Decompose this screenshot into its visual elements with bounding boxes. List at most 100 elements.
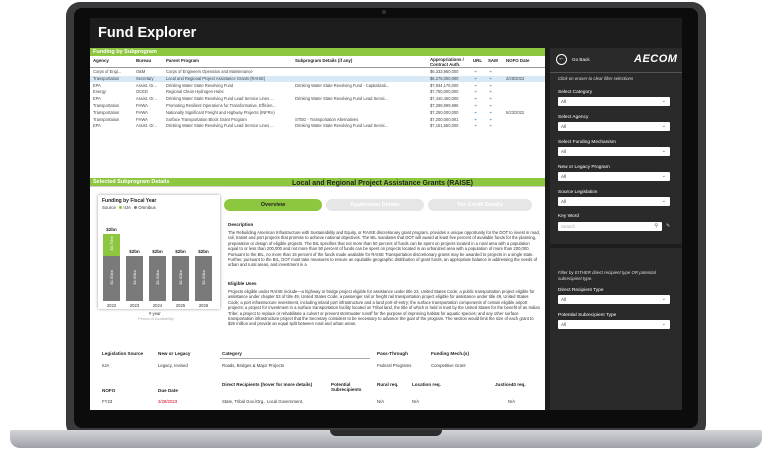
table-row[interactable]: Corps of Engi... O&M Corps of Engineers Op… — [90, 69, 545, 76]
direct-recipients-label: Direct Recipients (hover for more detail… — [222, 382, 313, 387]
sam-link-icon[interactable]: ⚭ — [489, 123, 492, 128]
filter-label: Select Funding Mechanism — [558, 140, 616, 145]
sam-link-icon[interactable]: ⚭ — [489, 69, 492, 74]
keyword-search-input[interactable]: Search ⚲ — [558, 222, 662, 231]
url-link-icon[interactable]: ⚭ — [474, 89, 477, 94]
eraser-icon[interactable]: ✎ — [666, 223, 670, 229]
description-text: The Rebuilding American Infrastructure w… — [228, 230, 540, 268]
table-cell: Transportation — [93, 116, 120, 122]
table-cell: Energy — [93, 89, 106, 95]
chart-title: Funding by Fiscal Year — [102, 198, 157, 204]
chart-bar[interactable]: $0.75bn — [103, 233, 120, 256]
url-link-icon[interactable]: ⚭ — [474, 103, 477, 108]
chart-bar[interactable]: $1.50bn — [103, 256, 120, 301]
col-nofo-date[interactable]: NOFO Date — [506, 58, 529, 63]
col-agency[interactable]: Agency — [93, 58, 109, 63]
eligible-uses-label: Eligible Uses — [228, 281, 257, 286]
filter-dropdown[interactable]: All ⌄ — [558, 122, 670, 131]
go-back-button[interactable]: Go Back — [572, 57, 590, 62]
sam-link-icon[interactable]: ⚭ — [489, 117, 492, 122]
table-row[interactable]: Transportation Secretary Local and Regiona… — [90, 75, 545, 83]
url-link-icon[interactable]: ⚭ — [474, 123, 477, 128]
filter-value: All — [561, 124, 566, 129]
url-link-icon[interactable]: ⚭ — [474, 69, 477, 74]
bar-data-label: $1.50bn — [178, 269, 183, 284]
table-cell: Regional Clean Hydrogen Hubs — [166, 89, 224, 95]
recipient-filter-panel: Filter by EITHER direct recipient type O… — [550, 248, 682, 410]
chart-bar[interactable]: $1.50bn — [172, 256, 189, 301]
header-divider — [90, 67, 545, 68]
url-link-icon[interactable]: ⚭ — [474, 110, 477, 115]
filter-dropdown[interactable]: All ⌄ — [558, 197, 670, 206]
table-cell: Transportation — [93, 75, 120, 81]
url-link-icon[interactable]: ⚭ — [474, 96, 477, 101]
new-or-legacy-label: New or Legacy — [158, 351, 191, 356]
table-cell: FHWA — [136, 109, 148, 115]
table-cell: Assist. Gr... — [136, 123, 157, 129]
chart-bar[interactable]: $1.50bn — [149, 256, 166, 301]
bar-data-label: $1.50bn — [201, 269, 206, 284]
table-cell: $7,934,175,000 — [430, 82, 459, 88]
sam-link-icon[interactable]: ⚭ — [489, 110, 492, 115]
tab-application-details[interactable]: Application Details — [326, 199, 424, 211]
legend-dot-omnibus-icon — [133, 206, 137, 209]
sam-link-icon[interactable]: ⚭ — [489, 76, 492, 81]
col-appropriations[interactable]: Appropriations / Contract Auth. — [430, 57, 470, 67]
table-cell: EPA — [93, 96, 101, 102]
sam-link-icon[interactable]: ⚭ — [489, 89, 492, 94]
location-req-label: Location req. — [412, 382, 441, 387]
col-sam[interactable]: SAM — [488, 58, 498, 63]
back-arrow-icon[interactable]: ← — [556, 54, 567, 65]
direct-recipients-value[interactable]: State, Tribal Gov./Org., Local Governmen… — [222, 399, 303, 404]
description-label: Description — [228, 222, 254, 227]
col-url[interactable]: URL — [473, 58, 482, 63]
pass-through-label: Pass-Through — [377, 351, 408, 356]
tab-tax-credit-details[interactable]: Tax Credit Details — [428, 199, 532, 211]
chart-bar[interactable]: $1.50bn — [126, 256, 143, 301]
filter-dropdown[interactable]: All ⌄ — [558, 97, 670, 106]
url-link-icon[interactable]: ⚭ — [474, 83, 477, 88]
sam-link-icon[interactable]: ⚭ — [489, 96, 492, 101]
url-link-icon[interactable]: ⚭ — [474, 76, 477, 81]
chevron-down-icon: ⌄ — [661, 173, 666, 179]
filter-label: Potential Subrecipient Type — [558, 313, 617, 318]
sam-link-icon[interactable]: ⚭ — [489, 103, 492, 108]
program-title: Local and Regional Project Assistance Gr… — [292, 180, 474, 187]
table-row[interactable]: EPA Assist. Gr... Drinking Water State Rev… — [90, 96, 545, 103]
table-cell: 5/23/2022 — [506, 109, 525, 115]
filter-label: Select Category — [558, 90, 593, 95]
sam-link-icon[interactable]: ⚭ — [489, 83, 492, 88]
filter-dropdown[interactable]: All ⌄ — [558, 295, 670, 304]
filter-value: All — [561, 297, 566, 302]
tab-overview[interactable]: Overview — [224, 199, 322, 211]
bar-data-label: $0.75bn — [109, 235, 114, 251]
table-row[interactable]: EPA Assist. Gr... Drinking Water State Rev… — [90, 123, 545, 130]
table-cell: O&M — [136, 69, 146, 74]
chevron-down-icon: ⌄ — [661, 148, 666, 154]
table-row[interactable]: EPA Assist. Gr... Drinking Water State Rev… — [90, 83, 545, 90]
filter-label: Source Legislation — [558, 190, 598, 195]
keyword-label: Key Word — [558, 214, 579, 219]
col-parent-program[interactable]: Parent Program — [166, 58, 199, 63]
table-row[interactable]: Transportation FHWA Nationally Significant… — [90, 110, 545, 117]
table-row[interactable]: Transportation FHWA Promoting Resilient Op… — [90, 103, 545, 110]
filter-dropdown[interactable]: All ⌄ — [558, 320, 670, 329]
table-cell: Drinking Water State Revolving Fund Lead… — [295, 123, 389, 129]
filter-value: All — [561, 99, 566, 104]
table-row[interactable]: Transportation FHWA Surface Transportation… — [90, 117, 545, 124]
col-subprogram[interactable]: Subprogram Details (if any) — [295, 58, 352, 63]
table-row[interactable]: Energy OCED Regional Clean Hydrogen Hubs $7… — [90, 89, 545, 96]
due-date-value: 2/28/2023 — [158, 399, 178, 404]
filter-panel: ← Go Back AECOM Click on eraser to clear… — [550, 48, 682, 244]
nofo-value: FY23 — [102, 399, 113, 404]
chart-note: Period of Availability — [138, 316, 174, 321]
col-bureau[interactable]: Bureau — [136, 58, 151, 63]
url-link-icon[interactable]: ⚭ — [474, 117, 477, 122]
chart-bar[interactable]: $1.50bn — [195, 256, 212, 301]
filter-dropdown[interactable]: All ⌄ — [558, 172, 670, 181]
new-or-legacy-value: Legacy, revised — [158, 363, 188, 368]
table-cell: Secretary — [136, 75, 154, 81]
table-cell: EPA — [93, 82, 101, 88]
camera-icon — [382, 10, 386, 14]
filter-dropdown[interactable]: All ⌄ — [558, 147, 670, 156]
